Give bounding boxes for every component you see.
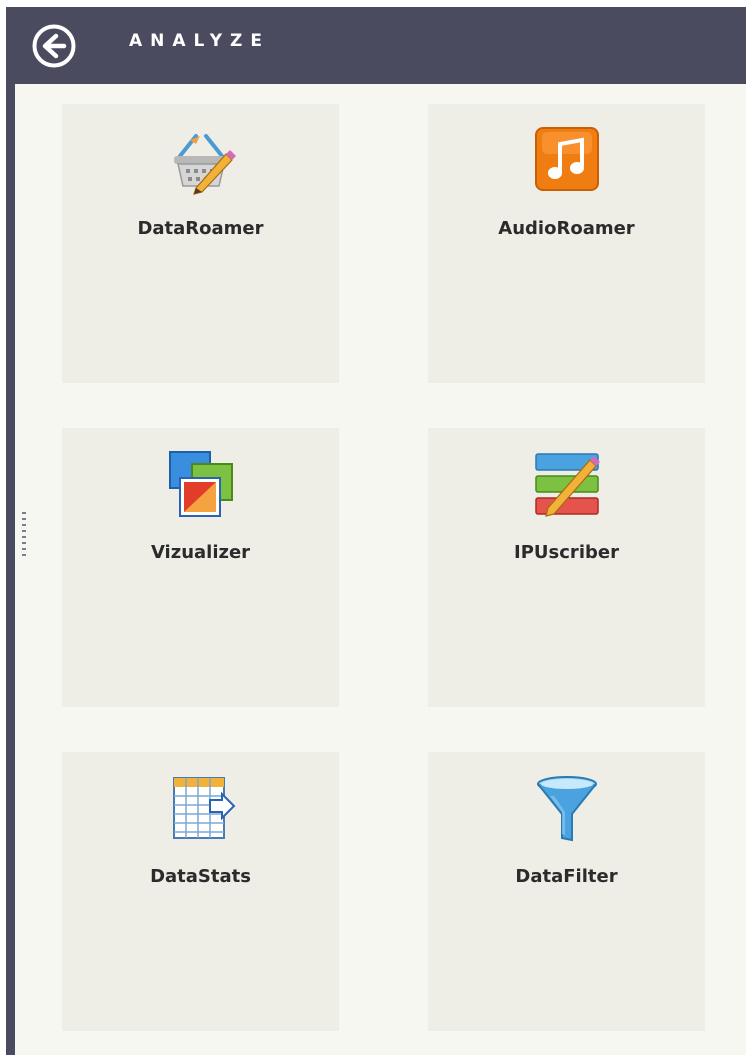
panel-header: ANALYZE [15,7,746,84]
resize-grip[interactable] [22,512,26,560]
tile-label: IPUscriber [514,542,619,563]
tile-ipuscriber[interactable]: IPUscriber [428,428,705,707]
tile-label: DataStats [150,866,251,887]
analyze-panel: ANALYZE DataRoamer AudioRoamer Vizualize… [6,7,746,1055]
back-arrow-circle-icon [32,24,76,68]
tile-label: Vizualizer [150,542,251,563]
tile-datafilter[interactable]: DataFilter [428,752,705,1031]
tile-audioroamer[interactable]: AudioRoamer [428,104,705,383]
tile-vizualizer[interactable]: Vizualizer [62,428,339,707]
table-arrow-icon [172,777,235,839]
overlapping-images-icon [168,451,233,517]
basket-pencil-icon [173,134,236,195]
tile-label: AudioRoamer [498,218,635,239]
tile-dataroamer[interactable]: DataRoamer [62,104,339,383]
tile-datastats[interactable]: DataStats [62,752,339,1031]
funnel-icon [536,776,597,842]
tile-label: DataFilter [515,866,618,887]
page-title: ANALYZE [129,31,270,51]
music-note-icon [534,127,599,191]
back-button[interactable] [31,23,77,69]
striped-list-pencil-icon [534,453,600,517]
app-frame: ANALYZE DataRoamer AudioRoamer Vizualize… [0,0,746,1059]
tile-label: DataRoamer [137,218,264,239]
